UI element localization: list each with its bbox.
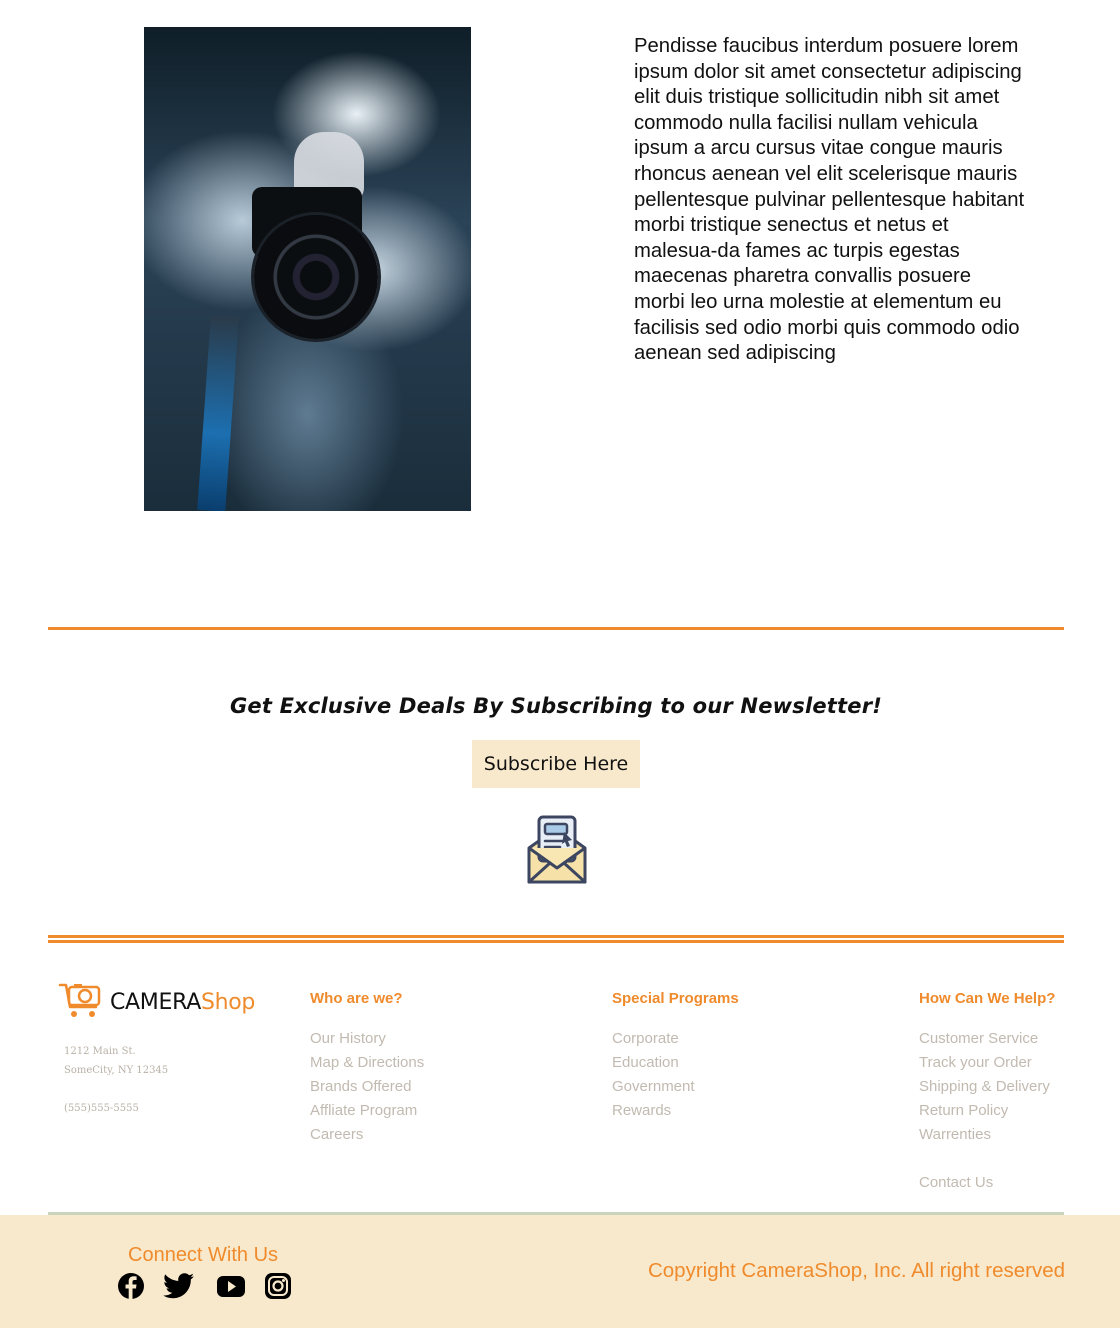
camera-cart-icon (58, 981, 104, 1024)
link-rewards[interactable]: Rewards (612, 1102, 671, 1119)
column-title: How Can We Help? (919, 990, 1056, 1007)
footer-column-who-are-we: Who are we? Our History Map & Directions… (310, 990, 510, 1160)
hero-photo (144, 27, 471, 511)
logo-wordmark: CAMERAShop (110, 990, 255, 1015)
link-brands-offered[interactable]: Brands Offered (310, 1078, 411, 1095)
link-return-policy[interactable]: Return Policy (919, 1102, 1008, 1119)
youtube-icon[interactable] (216, 1272, 246, 1300)
link-track-order[interactable]: Track your Order (919, 1054, 1032, 1071)
footer-divider-top (48, 935, 1064, 938)
footer-divider-bottom (48, 940, 1064, 943)
link-government[interactable]: Government (612, 1078, 695, 1095)
link-contact-us[interactable]: Contact Us (919, 1174, 993, 1191)
envelope-letter-icon (526, 814, 588, 886)
link-education[interactable]: Education (612, 1054, 679, 1071)
facebook-icon[interactable] (117, 1272, 145, 1300)
link-corporate[interactable]: Corporate (612, 1030, 679, 1047)
twitter-icon[interactable] (163, 1272, 195, 1300)
column-title: Special Programs (612, 990, 739, 1007)
subscribe-button[interactable]: Subscribe Here (472, 740, 640, 788)
logo-word-shop: Shop (200, 989, 256, 1015)
link-our-history[interactable]: Our History (310, 1030, 386, 1047)
connect-title: Connect With Us (128, 1244, 279, 1266)
instagram-icon[interactable] (264, 1272, 292, 1300)
link-map-directions[interactable]: Map & Directions (310, 1054, 424, 1071)
camera-lens-shape (254, 215, 378, 339)
link-warranties[interactable]: Warrenties (919, 1126, 991, 1143)
footer-column-how-can-we-help: How Can We Help? Customer Service Track … (919, 990, 1109, 1200)
hero-paragraph: Pendisse faucibus interdum posuere lorem… (634, 35, 1025, 365)
camerashop-logo[interactable]: CAMERAShop (58, 982, 258, 1022)
link-affiliate-program[interactable]: Affliate Program (310, 1102, 417, 1119)
copyright-text: Copyright CameraShop, Inc. All right res… (647, 1259, 1065, 1282)
logo-word-camera: CAMERA (110, 989, 201, 1015)
newsletter-heading: Get Exclusive Deals By Subscribing to ou… (229, 694, 883, 718)
link-customer-service[interactable]: Customer Service (919, 1030, 1038, 1047)
link-shipping-delivery[interactable]: Shipping & Delivery (919, 1078, 1050, 1095)
section-divider (48, 627, 1064, 630)
camera-strap-shape (197, 316, 239, 511)
footer-column-special-programs: Special Programs Corporate Education Gov… (612, 990, 812, 1130)
address-line-1: 1212 Main St. (64, 1046, 136, 1057)
address-line-2: SomeCity, NY 12345 (64, 1065, 169, 1076)
link-careers[interactable]: Careers (310, 1126, 363, 1143)
column-title: Who are we? (310, 990, 403, 1007)
phone-number: (555)555-5555 (64, 1103, 139, 1114)
